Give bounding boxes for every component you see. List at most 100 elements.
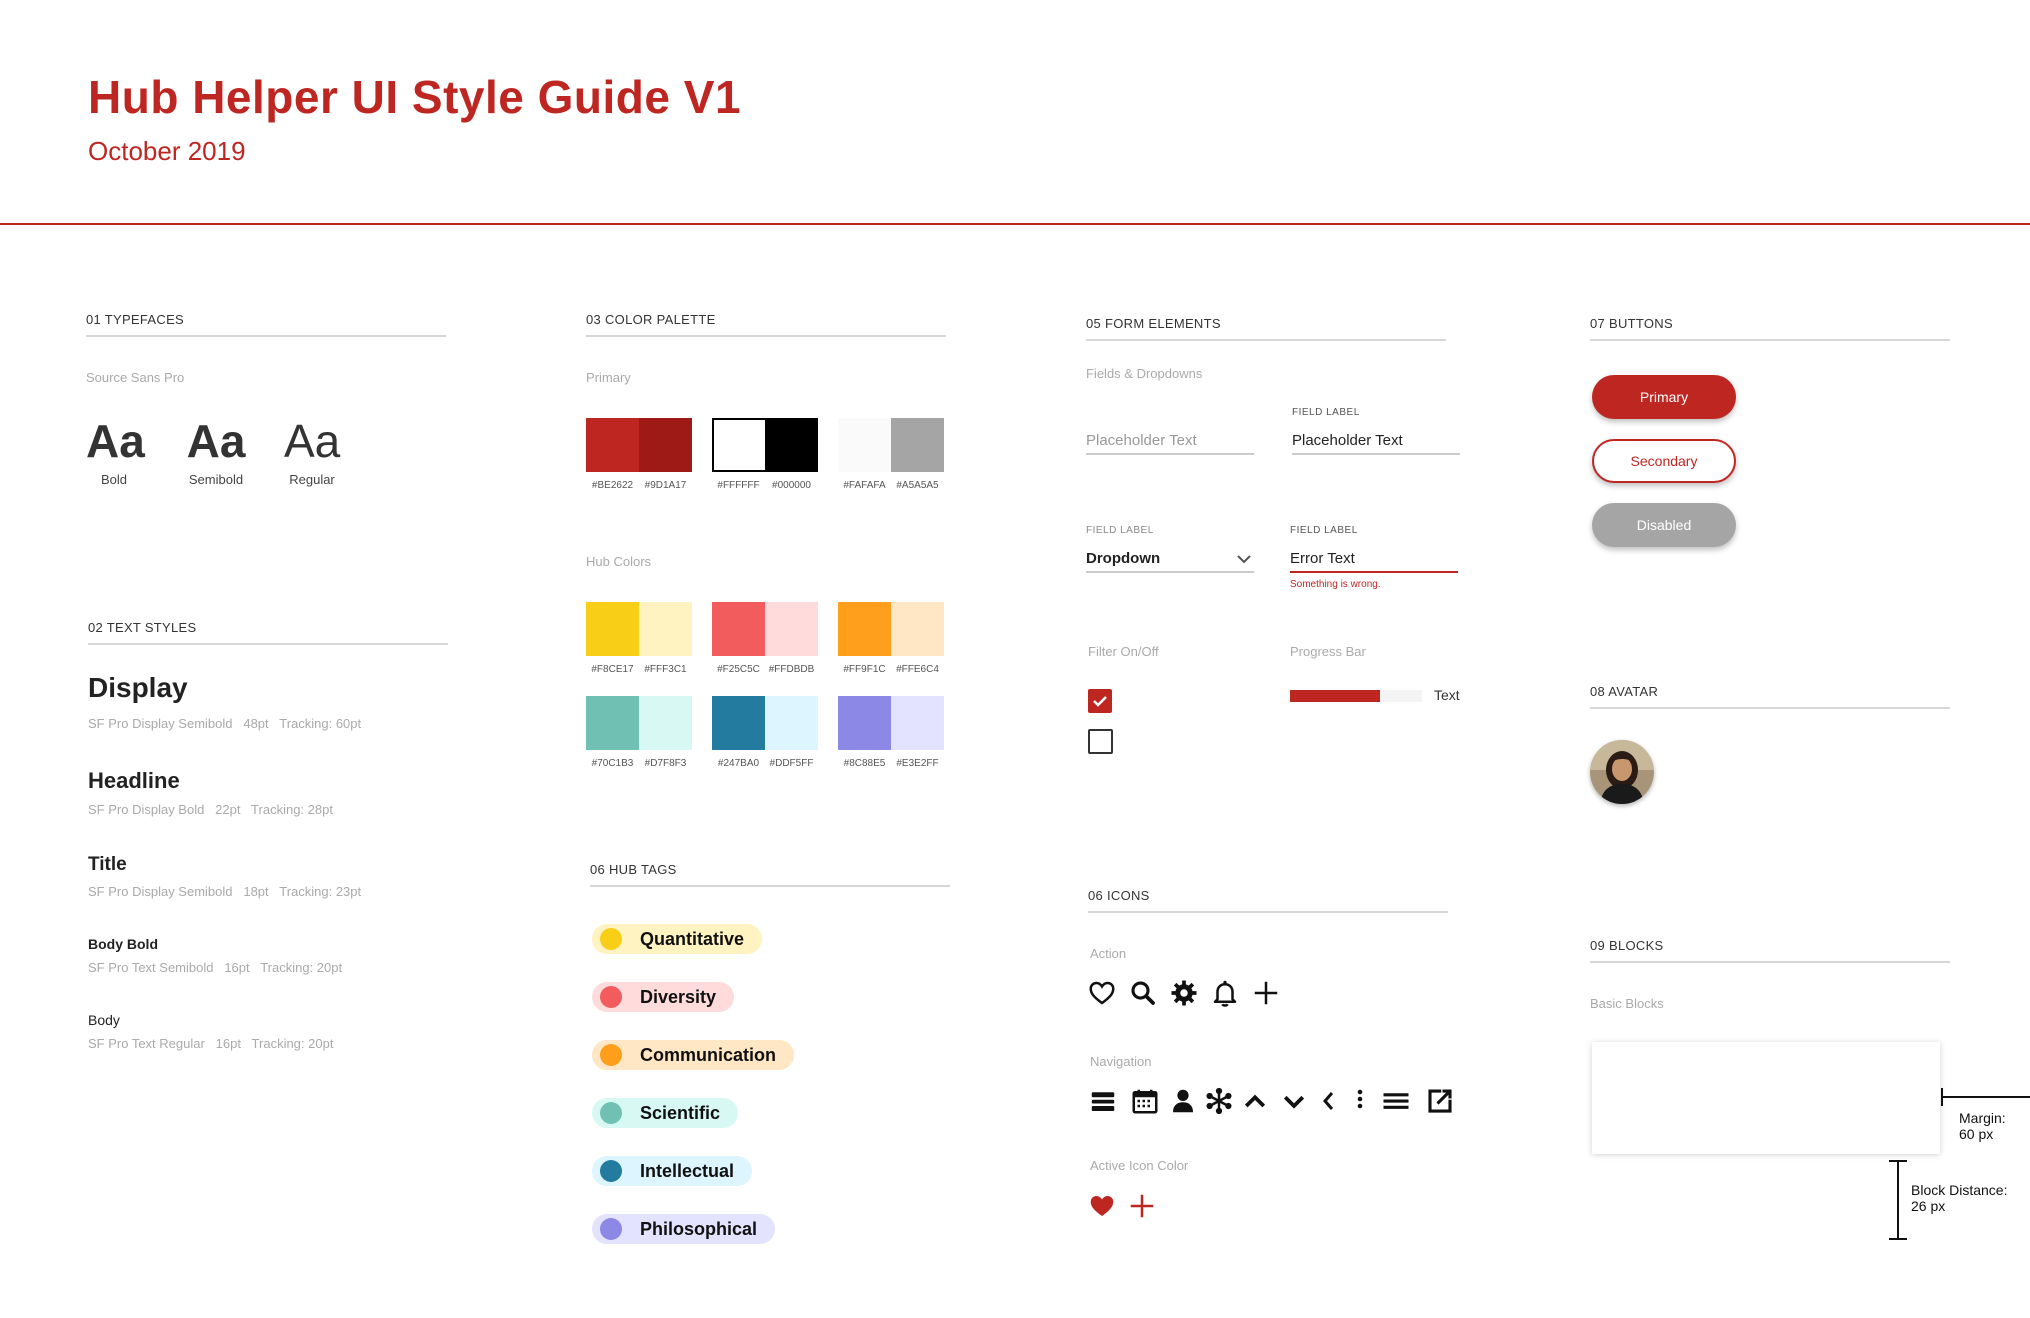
color-swatch [712, 602, 765, 656]
search-icon[interactable] [1128, 978, 1158, 1008]
icons-section-title: 06 ICONS [1088, 888, 1150, 903]
color-swatch [765, 602, 818, 656]
error-field[interactable]: Error Text [1290, 550, 1458, 573]
stack-icon[interactable] [1088, 1086, 1118, 1116]
text-style-meta: SF Pro Text Semibold 16pt Tracking: 20pt [88, 960, 343, 975]
typeface-caption: Bold [100, 472, 128, 487]
swatch-hex: #8C88E5 [843, 758, 886, 769]
hub-tag[interactable]: Scientific [592, 1098, 739, 1128]
color-swatch [586, 602, 639, 656]
hub-tag[interactable]: Philosophical [592, 1214, 776, 1244]
filled-field[interactable]: Placeholder Text [1292, 432, 1460, 455]
filter-checkbox-off[interactable] [1088, 729, 1113, 754]
hub-tag[interactable]: Diversity [592, 982, 735, 1012]
secondary-button[interactable]: Secondary [1592, 439, 1736, 483]
color-swatch [891, 418, 944, 472]
menu-icon[interactable] [1381, 1086, 1411, 1116]
checkmark-icon [1093, 696, 1107, 707]
chevron-down-icon[interactable] [1279, 1086, 1309, 1116]
color-swatch [765, 696, 818, 750]
hub-tag-label: Scientific [640, 1102, 721, 1123]
bell-icon[interactable] [1210, 978, 1240, 1008]
hub-tag[interactable]: Quantitative [592, 924, 763, 954]
palette-primary-label: Primary [586, 370, 631, 385]
field-label: FIELD LABEL [1292, 407, 1360, 418]
color-swatch [838, 602, 891, 656]
hub-tag-dot [600, 986, 622, 1008]
color-swatch [586, 696, 639, 750]
gear-icon[interactable] [1169, 978, 1199, 1008]
hub-tag-label: Philosophical [640, 1218, 758, 1239]
color-swatch [838, 418, 891, 472]
hub-tag[interactable]: Intellectual [592, 1156, 753, 1186]
calendar-icon[interactable] [1130, 1086, 1160, 1116]
icons-active-label: Active Icon Color [1090, 1158, 1189, 1173]
hub-tag[interactable]: Communication [592, 1040, 795, 1070]
plus-icon[interactable] [1251, 978, 1281, 1008]
distance-measure-cap-bottom [1889, 1238, 1907, 1240]
hub-tag-dot [600, 1160, 622, 1182]
chevron-down-icon [1236, 552, 1252, 569]
distance-annotation: Block Distance: 26 px [1911, 1182, 2007, 1214]
error-field-label: FIELD LABEL [1290, 525, 1358, 536]
typefaces-section-title: 01 TYPEFACES [86, 312, 185, 327]
swatch-hex: #DDF5FF [769, 758, 814, 769]
margin-value: 60 px [1959, 1126, 1994, 1142]
icons-action-label: Action [1090, 946, 1127, 961]
typeface-sample-semibold: Aa Semibold [186, 414, 246, 487]
buttons-section-line [1590, 339, 1950, 341]
heart-icon[interactable] [1087, 978, 1117, 1008]
external-link-icon[interactable] [1425, 1086, 1455, 1116]
swatch-hex: #E3E2FF [896, 758, 939, 769]
form-section-title: 05 FORM ELEMENTS [1086, 316, 1221, 331]
swatch-hex: #FFF3C1 [644, 664, 687, 675]
text-style-display: Display [88, 672, 188, 703]
typefaces-section-line [86, 335, 446, 337]
color-swatch [639, 418, 692, 472]
hub-tag-label: Intellectual [640, 1160, 735, 1181]
avatar[interactable] [1590, 740, 1654, 804]
dropdown-select[interactable]: Dropdown [1086, 550, 1254, 573]
avatar-section-title: 08 AVATAR [1590, 684, 1659, 699]
typeface-caption: Regular [289, 472, 335, 487]
text-styles-section-title: 02 TEXT STYLES [88, 620, 197, 635]
color-swatch [838, 696, 891, 750]
progress-fill [1290, 690, 1380, 702]
typeface-sample-bold: Aa Bold [86, 414, 145, 487]
distance-value: 26 px [1911, 1198, 1946, 1214]
user-icon[interactable] [1168, 1086, 1198, 1116]
asterisk-icon[interactable] [1204, 1086, 1234, 1116]
progress-bar [1290, 690, 1422, 702]
dropdown-label: FIELD LABEL [1086, 525, 1154, 536]
buttons-section-title: 07 BUTTONS [1590, 316, 1673, 331]
swatch-pair: #70C1B3 #D7F8F3 [586, 696, 692, 769]
error-message: Something is wrong. [1290, 579, 1381, 590]
swatch-pair: #8C88E5 #E3E2FF [838, 696, 944, 769]
swatch-hex: #000000 [772, 480, 811, 491]
placeholder-field[interactable]: Placeholder Text [1086, 432, 1254, 455]
heart-icon-active[interactable] [1087, 1191, 1117, 1221]
color-swatch [714, 420, 765, 470]
palette-hub-label: Hub Colors [586, 554, 652, 569]
swatch-hex: #FF9F1C [843, 664, 886, 675]
palette-section-title: 03 COLOR PALETTE [586, 312, 716, 327]
swatch-hex: #A5A5A5 [896, 480, 939, 491]
chevron-up-icon[interactable] [1240, 1086, 1270, 1116]
page-title: Hub Helper UI Style Guide V1 [88, 71, 742, 123]
chevron-left-icon[interactable] [1318, 1086, 1338, 1116]
filter-checkbox-on[interactable] [1088, 689, 1112, 713]
blocks-basic-label: Basic Blocks [1590, 996, 1664, 1011]
more-vertical-icon[interactable] [1350, 1086, 1370, 1116]
avatar-section-line [1590, 707, 1950, 709]
color-swatch [639, 602, 692, 656]
text-styles-section-line [88, 643, 448, 645]
distance-label: Block Distance: [1911, 1182, 2008, 1198]
plus-icon-active[interactable] [1127, 1191, 1157, 1221]
blocks-section-line [1590, 961, 1950, 963]
swatch-hex: #D7F8F3 [644, 758, 687, 769]
swatch-hex: #BE2622 [591, 480, 634, 491]
color-swatch [712, 696, 765, 750]
hub-tag-dot [600, 1218, 622, 1240]
typeface-caption: Semibold [188, 472, 244, 487]
primary-button[interactable]: Primary [1592, 375, 1736, 419]
